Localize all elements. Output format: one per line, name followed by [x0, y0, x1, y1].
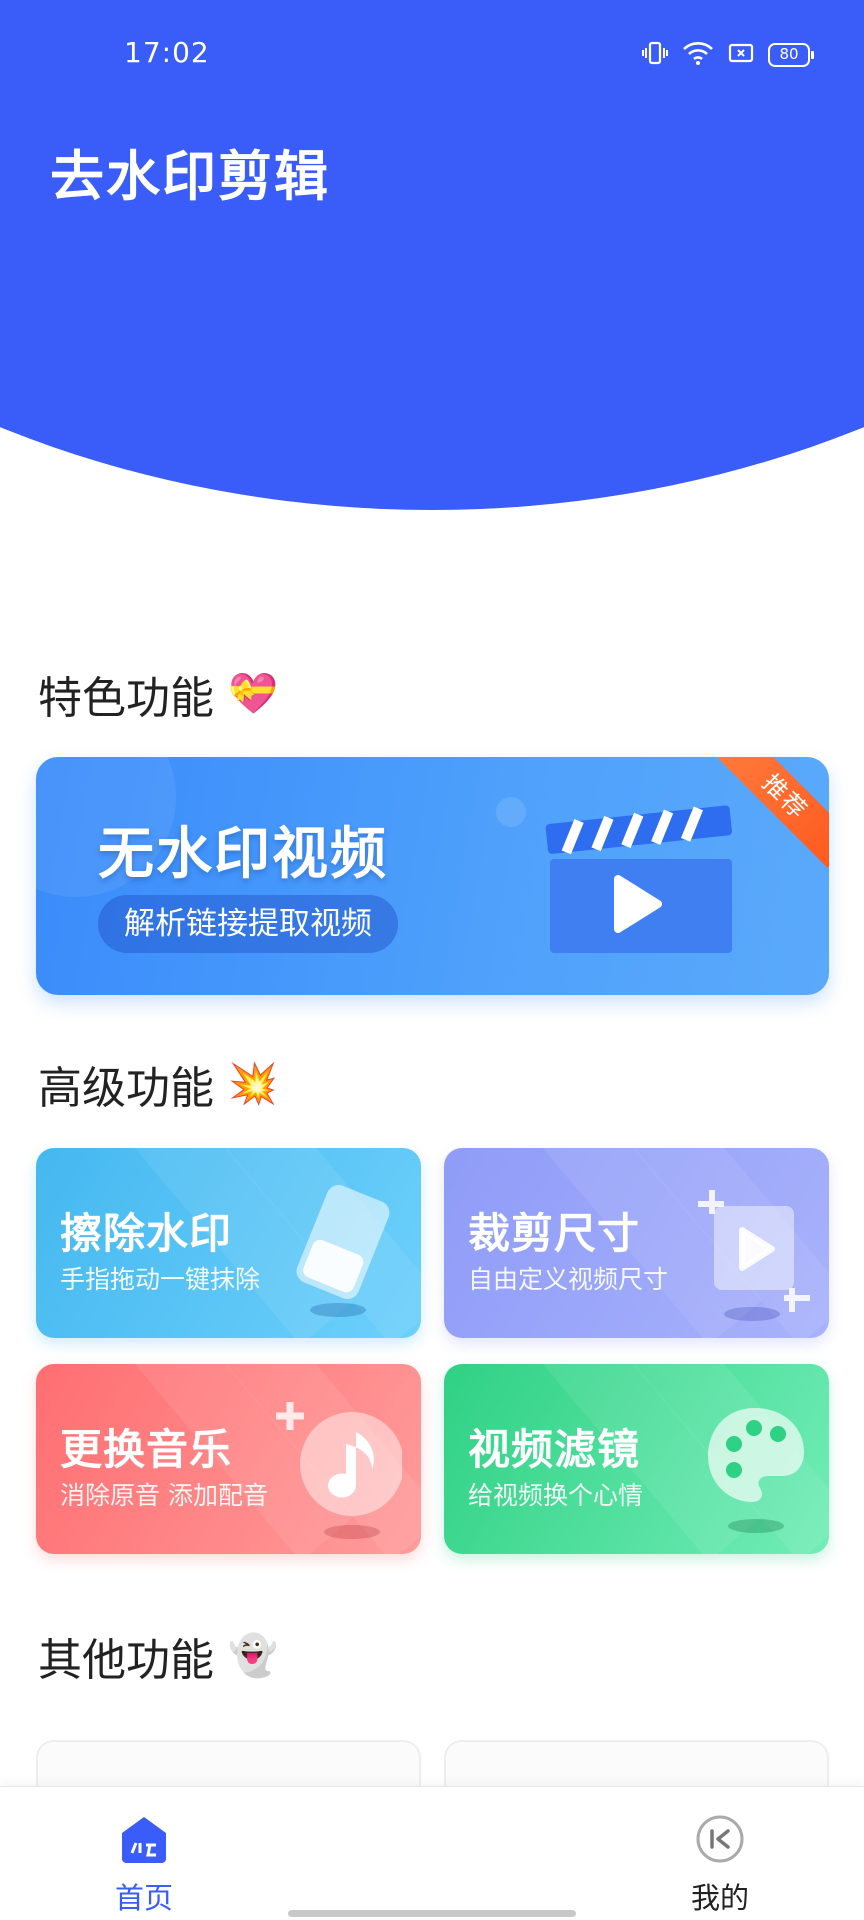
advanced-section-label: 高级功能: [38, 1063, 214, 1114]
home-indicator[interactable]: [288, 1910, 576, 1917]
card-title: 裁剪尺寸: [468, 1209, 641, 1258]
card-subtitle: 自由定义视频尺寸: [468, 1265, 669, 1294]
video-filter-card[interactable]: 视频滤镜 给视频换个心情: [444, 1364, 829, 1554]
bottom-nav: 首页 我的: [0, 1786, 864, 1920]
vibrate-icon: [642, 40, 668, 70]
wifi-icon: [682, 40, 714, 70]
other-section-title: 其他功能 👻: [38, 1624, 278, 1688]
nav-home[interactable]: 首页: [84, 1813, 204, 1917]
card-title: 视频滤镜: [468, 1425, 641, 1474]
card-subtitle: 手指拖动一键抹除: [60, 1265, 261, 1294]
home-icon: [118, 1813, 170, 1869]
change-music-card[interactable]: 更换音乐 消除原音 添加配音: [36, 1364, 421, 1554]
card-subtitle: 消除原音 添加配音: [60, 1481, 268, 1510]
heart-gift-emoji: 💝: [228, 671, 278, 717]
status-bar: 17:02 80: [0, 0, 864, 110]
card-title: 更换音乐: [60, 1425, 233, 1474]
banner-title: 无水印视频: [98, 822, 388, 887]
status-time: 17:02: [124, 36, 210, 69]
header: 17:02 80 去水印剪辑: [0, 0, 864, 520]
clapperboard-play-icon: [536, 797, 736, 961]
other-section-label: 其他功能: [38, 1635, 214, 1686]
crop-size-card[interactable]: 裁剪尺寸 自由定义视频尺寸: [444, 1148, 829, 1338]
no-watermark-video-banner[interactable]: 无水印视频 解析链接提取视频 推荐: [36, 757, 829, 995]
banner-subtitle: 解析链接提取视频: [98, 895, 398, 953]
profile-back-icon: [694, 1813, 746, 1869]
nav-home-label: 首页: [114, 1881, 173, 1915]
crop-video-icon: [692, 1184, 812, 1328]
palette-icon: [700, 1398, 810, 1542]
nav-mine-label: 我的: [690, 1881, 749, 1915]
sim-icon: [728, 42, 754, 68]
nav-mine[interactable]: 我的: [660, 1813, 780, 1917]
featured-section-label: 特色功能: [38, 673, 214, 724]
status-icons: 80: [642, 40, 814, 70]
erase-watermark-card[interactable]: 擦除水印 手指拖动一键抹除: [36, 1148, 421, 1338]
card-title: 擦除水印: [60, 1209, 233, 1258]
ghost-emoji: 👻: [228, 1633, 278, 1679]
eraser-icon: [288, 1182, 398, 1326]
collision-emoji: 💥: [228, 1061, 278, 1107]
banner-decoration: [496, 797, 526, 827]
advanced-section-title: 高级功能 💥: [38, 1052, 278, 1116]
featured-section-title: 特色功能 💝: [38, 662, 278, 726]
app-title: 去水印剪辑: [50, 145, 330, 208]
card-subtitle: 给视频换个心情: [468, 1481, 644, 1510]
battery-icon: 80: [768, 43, 814, 67]
music-note-icon: [272, 1392, 404, 1546]
